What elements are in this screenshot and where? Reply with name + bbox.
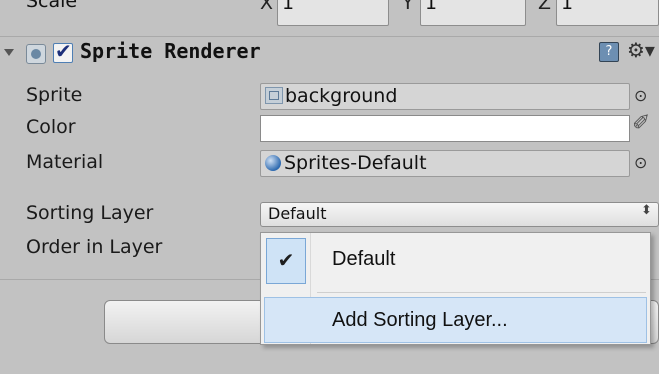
menu-item-default[interactable]: Default [332, 248, 395, 271]
popup-arrow-icon: ⬍ [641, 203, 652, 218]
material-object-picker-icon[interactable]: ⊙ [634, 153, 647, 172]
material-icon [265, 155, 281, 171]
material-field[interactable]: Sprites-Default [260, 150, 630, 177]
eyedropper-icon[interactable]: ✐ [632, 111, 650, 136]
menu-divider [317, 292, 646, 293]
order-in-layer-label: Order in Layer [26, 236, 163, 258]
sorting-layer-label: Sorting Layer [26, 202, 154, 224]
sprite-label: Sprite [26, 84, 83, 106]
material-label: Material [26, 151, 104, 173]
sprite-object-picker-icon[interactable]: ⊙ [634, 86, 647, 105]
scale-x-field[interactable]: 1 [277, 0, 389, 26]
section-divider [0, 36, 659, 37]
scale-x-label: X [260, 0, 274, 14]
sprite-field[interactable]: background [260, 83, 630, 110]
sprite-value: background [285, 85, 398, 107]
scale-y-label: Y [402, 0, 414, 14]
color-swatch[interactable] [260, 115, 630, 142]
color-label: Color [26, 116, 76, 138]
material-value: Sprites-Default [284, 152, 427, 174]
sprite-asset-icon [265, 87, 283, 104]
scale-row: Scale X 1 Y 1 Z 1 [0, 0, 659, 30]
help-icon[interactable]: ? [599, 42, 619, 62]
menu-item-add-sorting-layer[interactable]: Add Sorting Layer... [332, 309, 508, 332]
foldout-arrow-icon[interactable] [4, 49, 14, 56]
scale-label: Scale [26, 0, 78, 12]
component-enabled-checkbox[interactable]: ✔ [53, 39, 73, 63]
component-title: Sprite Renderer [80, 39, 261, 63]
scale-y-field[interactable]: 1 [420, 0, 526, 26]
checkmark-icon: ✔ [266, 238, 306, 284]
sprite-renderer-icon [26, 44, 46, 64]
sorting-layer-menu: ✔ Default Add Sorting Layer... [260, 232, 651, 345]
sorting-layer-popup[interactable]: Default [260, 202, 659, 227]
checkmark-icon: ✔ [55, 39, 72, 63]
gear-icon[interactable]: ⚙▾ [627, 38, 655, 62]
scale-z-label: Z [538, 0, 552, 14]
scale-z-field[interactable]: 1 [556, 0, 659, 26]
